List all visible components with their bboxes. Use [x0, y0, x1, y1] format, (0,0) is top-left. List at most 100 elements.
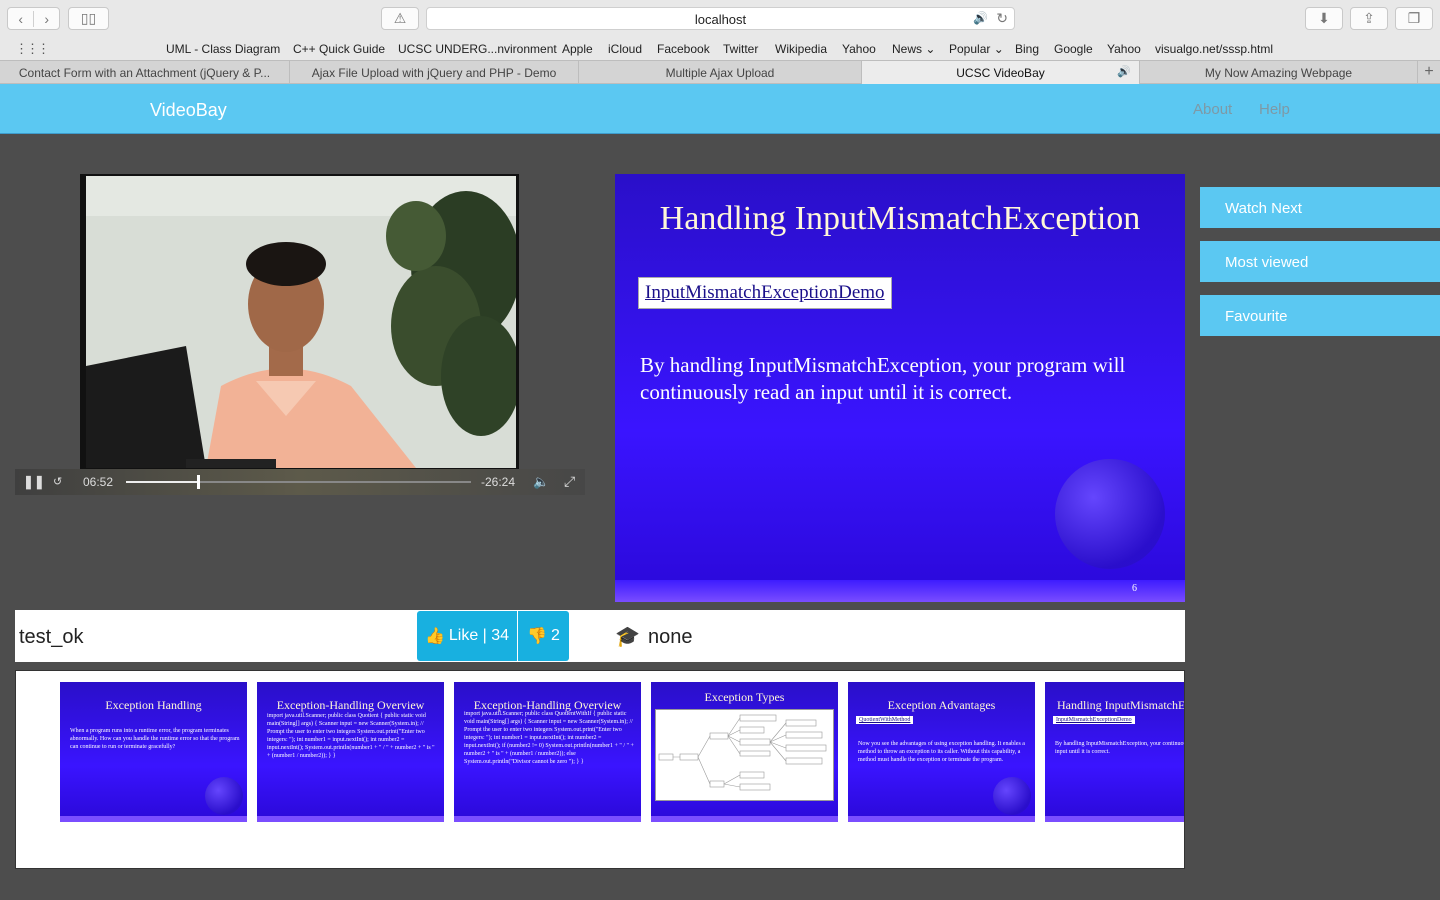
tab-label: My Now Amazing Webpage: [1204, 65, 1353, 80]
browser-tab-active[interactable]: UCSC VideoBay 🔊: [862, 61, 1140, 84]
thumbnail-body: When a program runs into a runtime error…: [70, 728, 240, 750]
slide-thumbnail[interactable]: Exception Advantages QuotientWithMethod …: [848, 682, 1035, 822]
nav-help-link[interactable]: Help: [1259, 101, 1290, 118]
thumbs-up-icon: 👍: [424, 628, 445, 645]
bookmark-item[interactable]: Yahoo: [1107, 42, 1141, 56]
bookmark-item[interactable]: Google: [1054, 42, 1093, 56]
thumbnail-footer-bar: [454, 816, 641, 822]
thumbnail-body: By handling InputMismatchException, your…: [1055, 741, 1184, 755]
share-icon: ⇪: [1363, 10, 1375, 26]
bookmark-item[interactable]: iCloud: [608, 42, 642, 56]
slide-thumbnail[interactable]: Exception-Handling Overview import java.…: [454, 682, 641, 822]
bookmark-folder[interactable]: News ⌄: [892, 42, 935, 56]
globe-icon: [1055, 459, 1165, 569]
slide-footer-bar: [615, 580, 1185, 602]
graduation-cap-icon: 🎓: [615, 626, 640, 648]
show-tabs-button[interactable]: ❐: [1395, 7, 1433, 30]
browser-tab[interactable]: Multiple Ajax Upload: [579, 61, 862, 84]
browser-tab[interactable]: Contact Form with an Attachment (jQuery …: [0, 61, 290, 84]
tab-audio-icon[interactable]: 🔊: [1117, 65, 1131, 78]
like-button[interactable]: 👍 Like | 34: [417, 611, 517, 661]
pause-icon[interactable]: ❚❚: [23, 474, 45, 490]
video-info-bar: test_ok 👍 Like | 34 👎 2 🎓 none: [15, 610, 1185, 662]
thumbnail-code-label: QuotientWithMethod: [856, 716, 914, 724]
menu-most-viewed[interactable]: Most viewed: [1200, 241, 1440, 282]
seek-bar[interactable]: [126, 475, 471, 489]
bookmark-item[interactable]: Facebook: [657, 42, 710, 56]
downloads-button[interactable]: ⬇: [1305, 7, 1343, 30]
reload-icon[interactable]: ↻: [996, 10, 1008, 27]
bookmark-item[interactable]: Twitter: [723, 42, 758, 56]
browser-tab[interactable]: Ajax File Upload with jQuery and PHP - D…: [290, 61, 579, 84]
slide-code-link: InputMismatchExceptionDemo: [638, 277, 892, 309]
video-player[interactable]: [80, 174, 519, 470]
seek-played: [126, 481, 199, 483]
slide-view: Handling InputMismatchException InputMis…: [615, 174, 1185, 602]
thumbnail-title: Handling InputMismatchEx: [1057, 698, 1185, 712]
video-category: none: [648, 626, 693, 648]
thumbnail-footer-bar: [60, 816, 247, 822]
bookmark-item[interactable]: Wikipedia: [775, 42, 827, 56]
audio-playing-icon[interactable]: 🔊: [973, 11, 988, 25]
menu-favourite[interactable]: Favourite: [1200, 295, 1440, 336]
slide-thumbnail[interactable]: Exception Handling When a program runs i…: [60, 682, 247, 822]
volume-icon[interactable]: 🔈: [533, 474, 549, 490]
video-content-image: [86, 176, 516, 468]
thumbnail-code-label: InputMismatchExceptionDemo: [1053, 716, 1135, 724]
seek-handle[interactable]: [197, 475, 201, 489]
apps-grid-icon[interactable]: ⋮⋮⋮: [15, 41, 50, 57]
tab-strip: Contact Form with an Attachment (jQuery …: [0, 60, 1440, 84]
video-title: test_ok: [19, 626, 84, 648]
browser-tab[interactable]: My Now Amazing Webpage: [1140, 61, 1418, 84]
dislike-count: 2: [551, 627, 560, 644]
bookmarks-bar: ⋮⋮⋮ UML - Class Diagram C++ Quick Guide …: [0, 38, 1440, 60]
slide-thumbnail-strip: Exception Handling When a program runs i…: [15, 670, 1185, 869]
slide-thumbnail[interactable]: Exception Types: [651, 682, 838, 822]
slide-title: Handling InputMismatchException: [659, 200, 1141, 237]
slide-text: By handling InputMismatchException, your…: [640, 353, 1126, 404]
thumbnail-title: Exception Handling: [105, 698, 202, 712]
share-button[interactable]: ⇪: [1350, 7, 1388, 30]
bookmark-item[interactable]: UCSC UNDERG...nvironment: [398, 42, 557, 56]
thumbs-down-icon: 👎: [527, 628, 547, 645]
thumbnail-body: Now you see the advantages of using exce…: [858, 741, 1025, 763]
remaining-time: -26:24: [481, 475, 516, 489]
nav-about-link[interactable]: About: [1193, 101, 1232, 118]
thumbnail-body: import java.util.Scanner; public class Q…: [464, 711, 634, 765]
brand-logo[interactable]: VideoBay: [150, 100, 227, 121]
sidebar-icon: ▯▯: [80, 10, 97, 26]
security-warning-button[interactable]: ⚠: [381, 7, 419, 30]
exception-types-diagram: [655, 709, 834, 801]
app-navbar: VideoBay About Help: [0, 84, 1440, 134]
thumbnail-footer-bar: [1045, 816, 1184, 822]
video-frame: [86, 176, 516, 468]
rewind-30-icon[interactable]: ↺: [53, 475, 62, 488]
sidebar-toggle-button[interactable]: ▯▯: [68, 7, 109, 30]
warning-icon: ⚠: [393, 10, 407, 26]
bookmark-folder[interactable]: Popular ⌄: [949, 42, 1004, 56]
bookmark-item[interactable]: visualgo.net/sssp.html: [1155, 42, 1273, 56]
slide-thumbnail[interactable]: Exception-Handling Overview import java.…: [257, 682, 444, 822]
bookmark-item[interactable]: Bing: [1015, 42, 1039, 56]
bookmark-item[interactable]: UML - Class Diagram: [166, 42, 280, 56]
bookmark-item[interactable]: C++ Quick Guide: [293, 42, 385, 56]
tab-label: Contact Form with an Attachment (jQuery …: [18, 65, 271, 80]
slide-page-number: 6: [1132, 583, 1137, 594]
slide-thumbnail[interactable]: Handling InputMismatchEx InputMismatchEx…: [1045, 682, 1185, 822]
forward-icon[interactable]: ›: [33, 10, 59, 27]
back-icon[interactable]: ‹: [8, 11, 33, 27]
new-tab-icon[interactable]: +: [1418, 61, 1440, 84]
tab-label: Multiple Ajax Upload: [665, 65, 775, 80]
address-url: localhost: [694, 12, 747, 27]
thumbnail-title: Exception Types: [704, 690, 785, 704]
video-controls: ❚❚ ↺ 06:52 -26:24 🔈 ⤢: [15, 469, 585, 495]
bookmark-item[interactable]: Yahoo: [842, 42, 876, 56]
fullscreen-icon[interactable]: ⤢: [564, 473, 575, 490]
thumbnail-title: Exception-Handling Overview: [276, 698, 425, 712]
thumbnail-footer-bar: [848, 816, 1035, 822]
address-bar[interactable]: localhost 🔊 ↻: [426, 7, 1015, 30]
menu-watch-next[interactable]: Watch Next: [1200, 187, 1440, 228]
thumbnail-title: Exception Advantages: [887, 698, 996, 712]
dislike-button[interactable]: 👎 2: [518, 611, 569, 661]
bookmark-item[interactable]: Apple: [562, 42, 593, 56]
